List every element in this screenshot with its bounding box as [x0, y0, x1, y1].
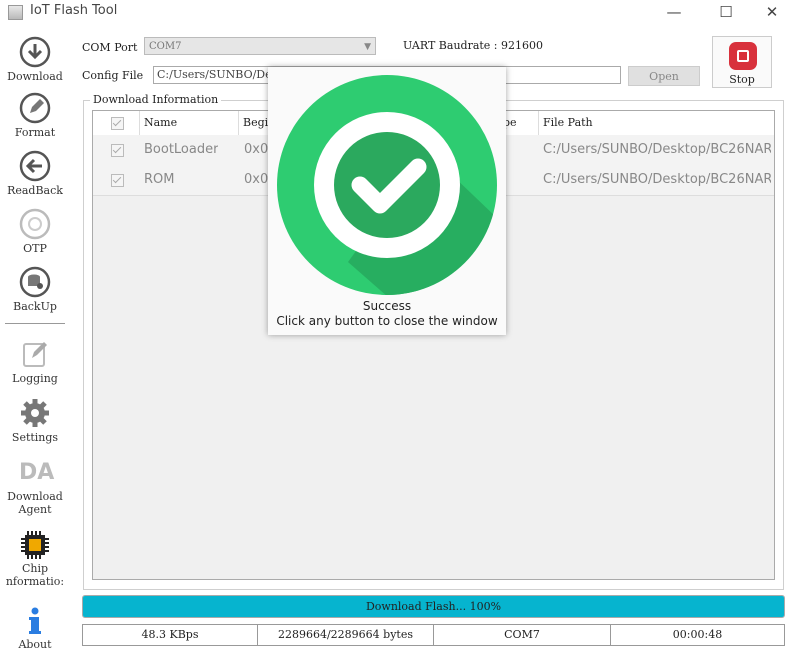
success-check-icon	[277, 75, 497, 295]
cell-name: BootLoader	[144, 142, 219, 157]
sidebar: Download Format ReadBack OTP BackUp Logg…	[0, 30, 70, 651]
readback-icon	[19, 150, 51, 182]
sidebar-item-readback[interactable]: ReadBack	[0, 150, 70, 197]
window-title: IoT Flash Tool	[30, 3, 118, 18]
stop-label: Stop	[729, 73, 755, 86]
chevron-down-icon: ▼	[364, 42, 371, 52]
sidebar-item-settings[interactable]: Settings	[0, 397, 70, 444]
popup-message: Click any button to close the window	[276, 314, 498, 328]
sidebar-label: Agent	[18, 503, 52, 516]
com-port-value: COM7	[149, 41, 182, 52]
sidebar-label: Settings	[11, 431, 59, 444]
maximize-button[interactable]: ☐	[703, 0, 749, 24]
stop-button[interactable]: Stop	[712, 36, 772, 88]
status-port: COM7	[433, 624, 611, 646]
config-file-label: Config File	[82, 69, 144, 82]
com-port-label: COM Port	[82, 41, 138, 54]
sidebar-label: OTP	[23, 242, 47, 255]
sidebar-item-otp[interactable]: OTP	[0, 208, 70, 255]
com-port-select[interactable]: COM7 ▼	[144, 37, 376, 55]
gear-icon	[21, 399, 49, 427]
download-progress-bar: Download Flash... 100%	[82, 595, 785, 618]
sidebar-label: ReadBack	[7, 184, 63, 197]
cell-file-path: C:/Users/SUNBO/Desktop/BC26NAR...	[543, 142, 771, 157]
popup-title: Success	[362, 299, 412, 313]
download-icon	[19, 36, 51, 68]
column-header-file-path: File Path	[543, 116, 593, 129]
logging-icon	[23, 342, 47, 367]
minimize-button[interactable]: —	[651, 0, 697, 24]
row-checkbox[interactable]	[111, 144, 124, 157]
sidebar-label: Logging	[12, 372, 58, 385]
title-bar: IoT Flash Tool — ☐ ✕	[0, 0, 788, 24]
app-icon	[8, 5, 23, 20]
cell-name: ROM	[144, 172, 175, 187]
status-speed: 48.3 KBps	[82, 624, 258, 646]
open-button[interactable]: Open	[628, 66, 700, 86]
column-header-begin: Begi	[243, 116, 269, 129]
format-icon	[19, 92, 51, 124]
chip-icon	[21, 531, 49, 559]
stop-icon	[729, 42, 757, 70]
sidebar-label: nformatio:	[5, 575, 65, 588]
sidebar-label: Format	[14, 126, 56, 139]
sidebar-label: Download	[7, 490, 63, 503]
select-all-checkbox[interactable]	[111, 117, 124, 130]
status-elapsed-time: 00:00:48	[610, 624, 785, 646]
sidebar-label: Chip	[21, 562, 49, 575]
row-checkbox[interactable]	[111, 174, 124, 187]
sidebar-item-download[interactable]: Download	[0, 36, 70, 83]
sidebar-label: Download	[7, 70, 63, 83]
otp-icon	[19, 208, 51, 240]
download-agent-icon: DA	[19, 460, 55, 485]
status-bytes: 2289664/2289664 bytes	[257, 624, 434, 646]
cell-begin: 0x0	[244, 142, 269, 157]
sidebar-item-about[interactable]: About	[0, 606, 70, 651]
sidebar-label: BackUp	[13, 300, 57, 313]
sidebar-item-backup[interactable]: BackUp	[0, 266, 70, 313]
success-popup[interactable]: Success Click any button to close the wi…	[268, 67, 506, 335]
sidebar-item-format[interactable]: Format	[0, 92, 70, 139]
cell-file-path: C:/Users/SUNBO/Desktop/BC26NAR...	[543, 172, 771, 187]
progress-text: Download Flash... 100%	[365, 600, 502, 613]
sidebar-divider	[5, 323, 65, 324]
column-header-name: Name	[144, 116, 178, 129]
cell-begin: 0x0	[244, 172, 269, 187]
status-bar: 48.3 KBps 2289664/2289664 bytes COM7 00:…	[82, 624, 785, 646]
sidebar-label: About	[18, 638, 52, 651]
uart-baudrate-label: UART Baudrate : 921600	[403, 39, 544, 52]
sidebar-item-chip-information[interactable]: Chip nformatio:	[0, 530, 70, 588]
sidebar-item-logging[interactable]: Logging	[0, 338, 70, 385]
info-icon	[29, 607, 41, 634]
sidebar-item-download-agent[interactable]: DA Download Agent	[0, 458, 70, 516]
close-button[interactable]: ✕	[749, 0, 788, 24]
backup-icon	[19, 266, 51, 298]
group-title: Download Information	[90, 93, 222, 106]
